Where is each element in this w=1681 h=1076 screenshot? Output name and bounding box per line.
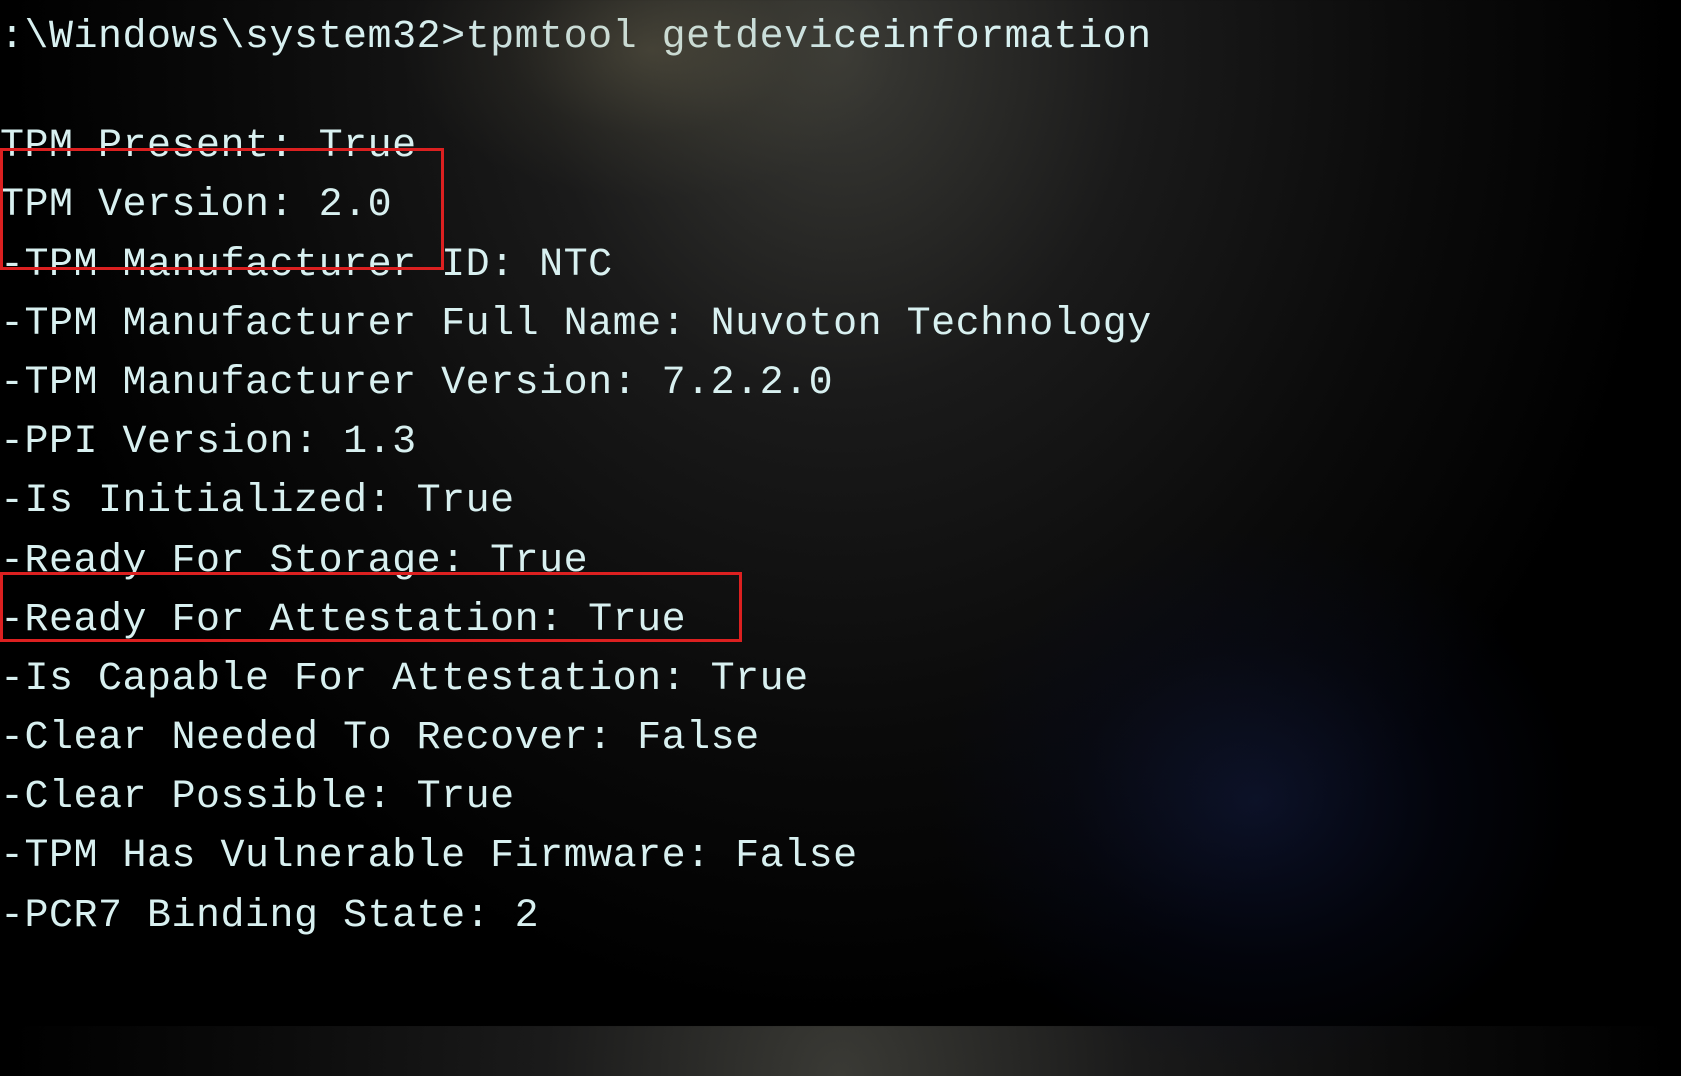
output-line-pcr7-binding-state: -PCR7 Binding State: 2 (0, 887, 1681, 946)
line-label: Is Initialized (25, 479, 368, 524)
line-prefix: - (0, 657, 25, 702)
line-prefix: - (0, 243, 25, 288)
line-prefix: - (0, 716, 25, 761)
line-value: False (637, 716, 760, 761)
terminal-output: :\Windows\system32>tpmtool getdeviceinfo… (0, 8, 1681, 946)
output-line-ready-for-storage: -Ready For Storage: True (0, 532, 1681, 591)
output-line-is-capable-for-attestation: -Is Capable For Attestation: True (0, 650, 1681, 709)
line-separator: : (588, 716, 637, 761)
line-separator: : (294, 420, 343, 465)
line-label: PCR7 Binding State (25, 894, 466, 939)
line-separator: : (270, 124, 319, 169)
line-value: True (319, 124, 417, 169)
line-label: TPM Manufacturer Version (25, 361, 613, 406)
line-separator: : (613, 361, 662, 406)
line-label: Ready For Storage (25, 539, 442, 584)
line-prefix: - (0, 361, 25, 406)
line-prefix: - (0, 539, 25, 584)
line-label: TPM Manufacturer ID (25, 243, 491, 288)
line-value: True (417, 479, 515, 524)
line-value: NTC (539, 243, 613, 288)
line-label: Is Capable For Attestation (25, 657, 662, 702)
output-line-clear-possible: -Clear Possible: True (0, 768, 1681, 827)
output-line-tpm-version: TPM Version: 2.0 (0, 176, 1681, 235)
prompt-command: tpmtool getdeviceinformation (466, 15, 1152, 60)
output-line-ready-for-attestation: -Ready For Attestation: True (0, 591, 1681, 650)
bottom-fade (0, 946, 1681, 1026)
line-separator: : (662, 302, 711, 347)
output-line-tpm-present: TPM Present: True (0, 117, 1681, 176)
line-label: TPM Present (0, 124, 270, 169)
line-separator: : (441, 539, 490, 584)
line-value: True (490, 539, 588, 584)
line-prefix: - (0, 302, 25, 347)
output-line-manufacturer-full-name: -TPM Manufacturer Full Name: Nuvoton Tec… (0, 295, 1681, 354)
output-line-tpm-has-vulnerable-firmware: -TPM Has Vulnerable Firmware: False (0, 827, 1681, 886)
line-prefix: - (0, 894, 25, 939)
output-line-clear-needed-to-recover: -Clear Needed To Recover: False (0, 709, 1681, 768)
output-line-manufacturer-id: -TPM Manufacturer ID: NTC (0, 236, 1681, 295)
line-value: 2 (515, 894, 540, 939)
line-value: 7.2.2.0 (662, 361, 834, 406)
line-separator: : (368, 775, 417, 820)
output-line-manufacturer-version: -TPM Manufacturer Version: 7.2.2.0 (0, 354, 1681, 413)
line-label: Clear Possible (25, 775, 368, 820)
line-label: Clear Needed To Recover (25, 716, 589, 761)
output-line-ppi-version: -PPI Version: 1.3 (0, 413, 1681, 472)
line-prefix: - (0, 775, 25, 820)
line-value: 2.0 (319, 183, 393, 228)
line-prefix: - (0, 834, 25, 879)
command-prompt-line: :\Windows\system32>tpmtool getdeviceinfo… (0, 8, 1681, 67)
output-line-is-initialized: -Is Initialized: True (0, 472, 1681, 531)
line-value: Nuvoton Technology (711, 302, 1152, 347)
line-prefix: - (0, 420, 25, 465)
line-value: 1.3 (343, 420, 417, 465)
line-label: PPI Version (25, 420, 295, 465)
line-label: TPM Manufacturer Full Name (25, 302, 662, 347)
line-label: TPM Version (0, 183, 270, 228)
line-label: TPM Has Vulnerable Firmware (25, 834, 687, 879)
line-value: False (735, 834, 858, 879)
line-prefix: - (0, 598, 25, 643)
line-label: Ready For Attestation (25, 598, 540, 643)
line-value: True (711, 657, 809, 702)
line-separator: : (270, 183, 319, 228)
prompt-path: :\Windows\system32> (0, 15, 466, 60)
line-separator: : (539, 598, 588, 643)
line-separator: : (368, 479, 417, 524)
line-separator: : (686, 834, 735, 879)
line-prefix: - (0, 479, 25, 524)
line-separator: : (490, 243, 539, 288)
line-value: True (588, 598, 686, 643)
line-value: True (417, 775, 515, 820)
line-separator: : (662, 657, 711, 702)
line-separator: : (466, 894, 515, 939)
